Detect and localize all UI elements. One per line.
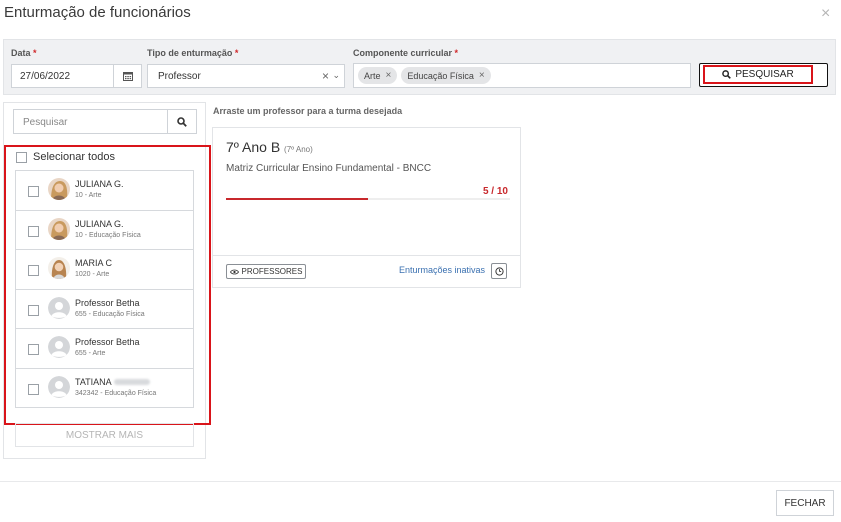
item-checkbox[interactable]: [28, 225, 39, 237]
chevron-down-icon[interactable]: ⌄: [332, 70, 340, 81]
avatar: [48, 217, 70, 240]
modal-title: Enturmação de funcionários: [4, 4, 191, 21]
avatar-placeholder-icon: [48, 336, 70, 358]
avatar-placeholder-icon: [48, 296, 70, 319]
item-checkbox[interactable]: [28, 344, 39, 355]
enrollment-count: 5 / 10: [482, 186, 508, 197]
list-item[interactable]: JULIANA G. 10 - Educação Física: [15, 209, 194, 250]
clear-icon[interactable]: ×: [322, 69, 329, 83]
card-divider: [213, 255, 520, 256]
drag-hint: Arraste um professor para a turma deseja…: [213, 106, 403, 116]
teacher-list: JULIANA G. 10 - Arte JULIANA G. 10 - Edu…: [15, 170, 194, 408]
componente-multiselect[interactable]: Arte × Educação Física ×: [353, 63, 691, 88]
item-checkbox[interactable]: [28, 383, 39, 395]
item-name: TATIANA: [75, 377, 150, 387]
avatar: [48, 178, 70, 200]
search-icon: [177, 116, 187, 127]
capacity-progress: [226, 198, 510, 200]
item-checkbox[interactable]: [28, 265, 39, 276]
filter-bar: Data * 27/06/2022 Tipo de enturmação * P…: [3, 39, 836, 95]
search-button[interactable]: [167, 109, 197, 134]
pesquisar-button[interactable]: PESQUISAR: [699, 63, 828, 87]
date-field[interactable]: 27/06/2022: [11, 64, 114, 88]
matrix-label: Matriz Curricular Ensino Fundamental - B…: [226, 163, 432, 174]
remove-chip-icon[interactable]: ×: [386, 70, 392, 81]
item-checkbox[interactable]: [28, 186, 39, 197]
class-title: 7º Ano B (7º Ano): [226, 139, 313, 155]
avatar: [48, 257, 70, 279]
list-item[interactable]: JULIANA G. 10 - Arte: [15, 170, 194, 211]
chip-arte[interactable]: Arte ×: [358, 67, 398, 84]
show-more-button[interactable]: MOSTRAR MAIS: [15, 423, 194, 447]
list-item[interactable]: Professor Betha 655 - Educação Física: [15, 288, 194, 329]
eye-icon: [229, 269, 239, 274]
date-label: Data *: [11, 48, 37, 58]
professores-button[interactable]: PROFESSORES: [226, 264, 306, 279]
item-checkbox[interactable]: [28, 304, 39, 316]
redacted-text: [113, 379, 150, 386]
inactive-enrollments-link[interactable]: Enturmações inativas: [399, 265, 485, 275]
remove-chip-icon[interactable]: ×: [479, 70, 485, 81]
avatar-placeholder-icon: [48, 375, 70, 398]
search-input[interactable]: Pesquisar: [13, 109, 168, 134]
pesquisar-button-highlight: PESQUISAR: [703, 65, 813, 84]
capacity-progress-fill: [226, 198, 368, 200]
clock-icon: [494, 266, 504, 276]
tipo-label: Tipo de enturmação *: [147, 48, 239, 58]
select-all[interactable]: Selecionar todos: [16, 151, 115, 163]
list-item[interactable]: Professor Betha 655 - Arte: [15, 328, 194, 369]
footer-divider: [0, 481, 841, 482]
close-icon[interactable]: ×: [821, 5, 830, 23]
search-icon: [722, 70, 732, 79]
list-item[interactable]: MARIA C 1020 - Arte: [15, 249, 194, 290]
class-card[interactable]: 7º Ano B (7º Ano) Matriz Curricular Ensi…: [212, 127, 521, 288]
chip-educacao-fisica[interactable]: Educação Física ×: [401, 67, 491, 84]
tipo-value: Professor: [158, 71, 201, 82]
calendar-icon: [122, 72, 133, 81]
history-button[interactable]: [491, 263, 507, 279]
list-item[interactable]: TATIANA 342342 - Educação Física: [15, 367, 194, 408]
calendar-button[interactable]: [113, 64, 142, 88]
tipo-select[interactable]: Professor × ⌄: [147, 64, 345, 88]
close-button[interactable]: FECHAR: [776, 490, 834, 516]
componente-label: Componente curricular *: [353, 48, 459, 58]
select-all-checkbox[interactable]: [16, 151, 27, 163]
